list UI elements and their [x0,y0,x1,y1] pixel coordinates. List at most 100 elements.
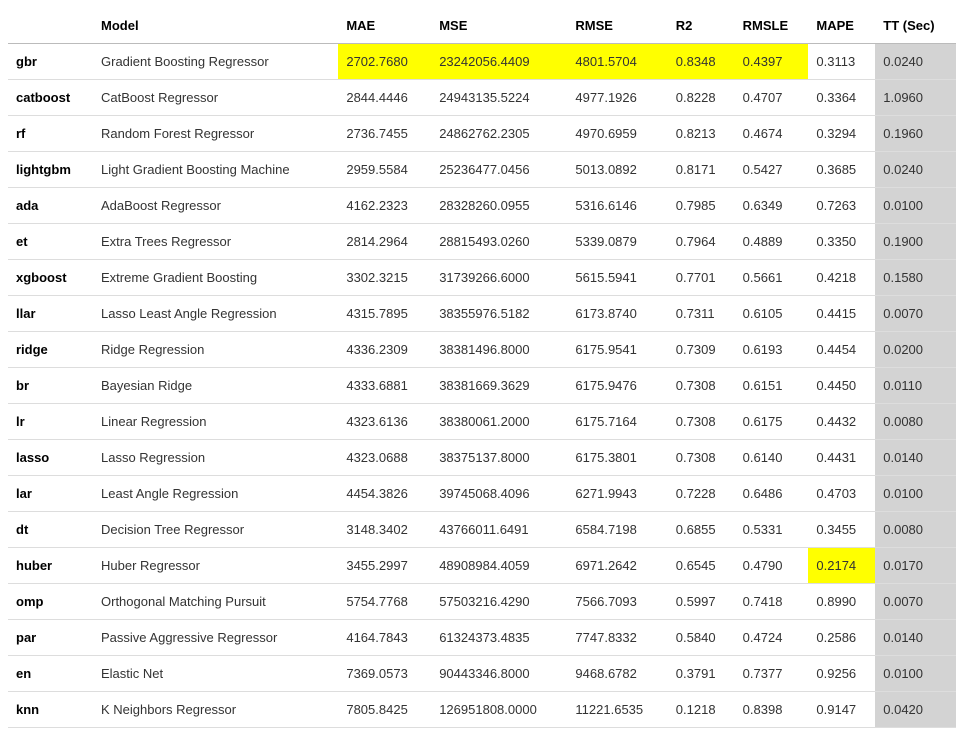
cell-tt: 0.0070 [875,296,956,332]
cell-rmsle: 0.8398 [735,692,809,728]
cell-mae: 4333.6881 [338,368,431,404]
cell-model: Decision Tree Regressor [93,512,338,548]
cell-id: et [8,224,93,260]
cell-rmse: 6271.9943 [567,476,667,512]
cell-rmse: 6971.2642 [567,548,667,584]
cell-r2: 0.8171 [668,152,735,188]
cell-mae: 2959.5584 [338,152,431,188]
cell-rmse: 5339.0879 [567,224,667,260]
cell-mae: 4315.7895 [338,296,431,332]
cell-r2: 0.6855 [668,512,735,548]
cell-mse: 28328260.0955 [431,188,567,224]
cell-tt: 1.0960 [875,80,956,116]
cell-model: Ridge Regression [93,332,338,368]
cell-id: omp [8,584,93,620]
cell-mae: 2844.4446 [338,80,431,116]
cell-rmsle: 0.6349 [735,188,809,224]
col-mse: MSE [431,8,567,44]
cell-r2: 0.7701 [668,260,735,296]
cell-mae: 3302.3215 [338,260,431,296]
cell-mse: 23242056.4409 [431,44,567,80]
cell-tt: 0.1580 [875,260,956,296]
table-row: rfRandom Forest Regressor2736.7455248627… [8,116,956,152]
cell-tt: 0.0140 [875,620,956,656]
cell-mae: 2814.2964 [338,224,431,260]
cell-mae: 3455.2997 [338,548,431,584]
cell-id: xgboost [8,260,93,296]
cell-tt: 0.0070 [875,584,956,620]
cell-id: lightgbm [8,152,93,188]
col-model: Model [93,8,338,44]
cell-r2: 0.8213 [668,116,735,152]
col-mape: MAPE [808,8,875,44]
cell-mae: 7369.0573 [338,656,431,692]
table-row: adaAdaBoost Regressor4162.232328328260.0… [8,188,956,224]
table-row: xgboostExtreme Gradient Boosting3302.321… [8,260,956,296]
model-metrics-table: Model MAE MSE RMSE R2 RMSLE MAPE TT (Sec… [8,8,956,728]
cell-r2: 0.3791 [668,656,735,692]
cell-model: Orthogonal Matching Pursuit [93,584,338,620]
cell-mape: 0.3455 [808,512,875,548]
table-body: gbrGradient Boosting Regressor2702.76802… [8,44,956,728]
cell-rmsle: 0.6193 [735,332,809,368]
cell-r2: 0.1218 [668,692,735,728]
table-row: catboostCatBoost Regressor2844.444624943… [8,80,956,116]
cell-mse: 126951808.0000 [431,692,567,728]
cell-mse: 39745068.4096 [431,476,567,512]
cell-rmse: 6175.7164 [567,404,667,440]
table-row: ridgeRidge Regression4336.230938381496.8… [8,332,956,368]
cell-mse: 48908984.4059 [431,548,567,584]
cell-mae: 4336.2309 [338,332,431,368]
cell-mape: 0.7263 [808,188,875,224]
cell-mape: 0.4703 [808,476,875,512]
table-row: llarLasso Least Angle Regression4315.789… [8,296,956,332]
table-row: lassoLasso Regression4323.068838375137.8… [8,440,956,476]
cell-mae: 4164.7843 [338,620,431,656]
cell-rmsle: 0.4889 [735,224,809,260]
cell-mape: 0.3350 [808,224,875,260]
cell-rmse: 4801.5704 [567,44,667,80]
cell-r2: 0.5840 [668,620,735,656]
cell-r2: 0.7308 [668,440,735,476]
cell-id: gbr [8,44,93,80]
cell-rmse: 9468.6782 [567,656,667,692]
cell-model: Least Angle Regression [93,476,338,512]
cell-tt: 0.0420 [875,692,956,728]
cell-model: CatBoost Regressor [93,80,338,116]
col-r2: R2 [668,8,735,44]
cell-model: Light Gradient Boosting Machine [93,152,338,188]
cell-rmse: 7566.7093 [567,584,667,620]
cell-rmse: 6175.9476 [567,368,667,404]
cell-rmse: 7747.8332 [567,620,667,656]
cell-mape: 0.3294 [808,116,875,152]
cell-tt: 0.0100 [875,188,956,224]
cell-rmsle: 0.6105 [735,296,809,332]
cell-r2: 0.7985 [668,188,735,224]
cell-mse: 38381669.3629 [431,368,567,404]
cell-mape: 0.3685 [808,152,875,188]
cell-rmsle: 0.6140 [735,440,809,476]
cell-rmsle: 0.4674 [735,116,809,152]
cell-r2: 0.7964 [668,224,735,260]
cell-rmsle: 0.6175 [735,404,809,440]
cell-tt: 0.0140 [875,440,956,476]
cell-rmse: 5316.6146 [567,188,667,224]
cell-model: Gradient Boosting Regressor [93,44,338,80]
cell-mape: 0.8990 [808,584,875,620]
cell-mae: 3148.3402 [338,512,431,548]
cell-r2: 0.6545 [668,548,735,584]
cell-mape: 0.4454 [808,332,875,368]
cell-mae: 5754.7768 [338,584,431,620]
cell-model: Passive Aggressive Regressor [93,620,338,656]
cell-rmsle: 0.4790 [735,548,809,584]
cell-mape: 0.4415 [808,296,875,332]
col-id [8,8,93,44]
table-row: enElastic Net7369.057390443346.80009468.… [8,656,956,692]
cell-id: rf [8,116,93,152]
cell-mse: 25236477.0456 [431,152,567,188]
cell-mape: 0.4218 [808,260,875,296]
cell-rmsle: 0.4724 [735,620,809,656]
cell-mse: 24862762.2305 [431,116,567,152]
cell-r2: 0.7309 [668,332,735,368]
cell-mse: 38380061.2000 [431,404,567,440]
